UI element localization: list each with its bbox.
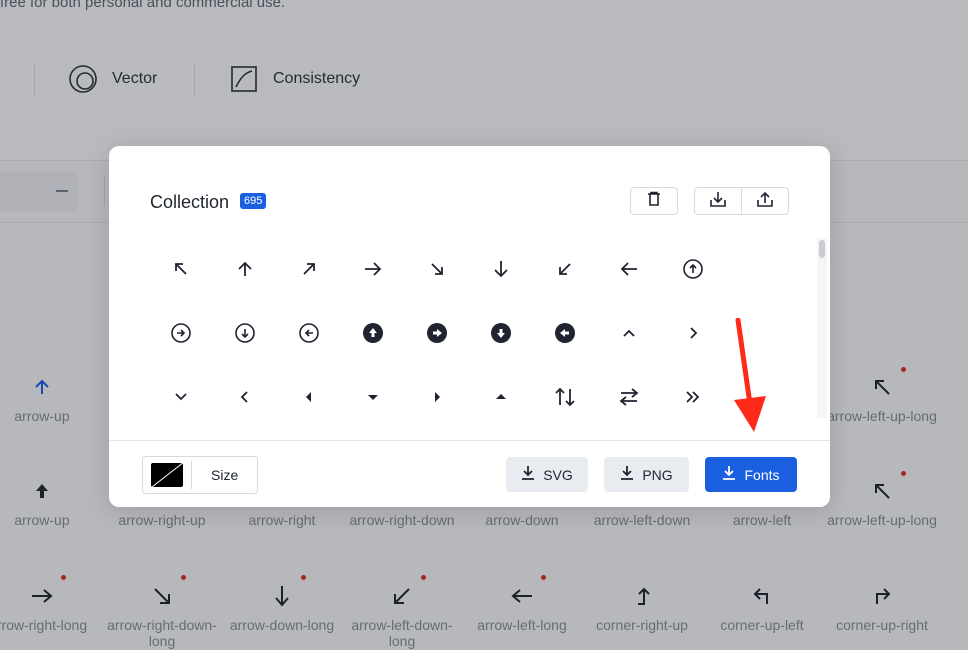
- arrow-circle-right-filled-icon[interactable]: [417, 313, 457, 353]
- modal-title: Collection: [150, 192, 230, 212]
- caret-up-icon[interactable]: [481, 377, 521, 417]
- arrow-circle-down-filled-icon[interactable]: [481, 313, 521, 353]
- collection-modal: Collection 695 Size SVG PNG Fonts: [109, 146, 830, 507]
- sort-icon[interactable]: [545, 377, 585, 417]
- chevron-left-icon[interactable]: [225, 377, 265, 417]
- import-icon: [709, 190, 727, 213]
- export-button[interactable]: [742, 188, 788, 214]
- chevron-right-icon[interactable]: [673, 313, 713, 353]
- arrow-circle-up-filled-icon[interactable]: [353, 313, 393, 353]
- scrollbar-thumb[interactable]: [819, 240, 825, 258]
- download-svg-label: SVG: [543, 466, 573, 483]
- count-badge: 695: [240, 193, 267, 209]
- arrow-circle-left-icon[interactable]: [289, 313, 329, 353]
- import-button[interactable]: [695, 188, 742, 214]
- divider: [191, 461, 192, 489]
- download-svg-button[interactable]: SVG: [506, 457, 588, 492]
- arrow-up-icon[interactable]: [225, 249, 265, 289]
- chevron-up-icon[interactable]: [609, 313, 649, 353]
- download-png-button[interactable]: PNG: [604, 457, 689, 492]
- arrow-down-icon[interactable]: [481, 249, 521, 289]
- color-size-control: Size: [142, 456, 258, 494]
- import-export-group: [694, 187, 789, 215]
- size-input[interactable]: Size: [211, 467, 238, 483]
- arrow-right-down-icon[interactable]: [417, 249, 457, 289]
- arrow-left-down-icon[interactable]: [545, 249, 585, 289]
- scrollbar[interactable]: [817, 238, 827, 418]
- download-icon: [722, 465, 736, 484]
- color-picker[interactable]: [151, 463, 183, 487]
- caret-down-icon[interactable]: [353, 377, 393, 417]
- arrow-left-up-icon[interactable]: [161, 249, 201, 289]
- annotation-arrow-icon: [734, 318, 766, 432]
- download-fonts-label: Fonts: [744, 466, 780, 483]
- double-right-icon[interactable]: [673, 377, 713, 417]
- arrow-right-up-icon[interactable]: [289, 249, 329, 289]
- download-icon: [620, 465, 634, 484]
- caret-right-icon[interactable]: [417, 377, 457, 417]
- download-png-label: PNG: [642, 466, 673, 483]
- divider: [109, 440, 830, 441]
- clear-collection-button[interactable]: [630, 187, 678, 215]
- download-fonts-button[interactable]: Fonts: [705, 457, 797, 492]
- trash-icon: [646, 191, 662, 212]
- download-icon: [521, 465, 535, 484]
- caret-left-icon[interactable]: [289, 377, 329, 417]
- arrow-circle-left-filled-icon[interactable]: [545, 313, 585, 353]
- export-icon: [756, 190, 774, 213]
- arrow-circle-up-icon[interactable]: [673, 249, 713, 289]
- arrow-left-icon[interactable]: [609, 249, 649, 289]
- chevron-down-icon[interactable]: [161, 377, 201, 417]
- switch-icon[interactable]: [609, 377, 649, 417]
- arrow-circle-right-icon[interactable]: [161, 313, 201, 353]
- arrow-right-icon[interactable]: [353, 249, 393, 289]
- arrow-circle-down-icon[interactable]: [225, 313, 265, 353]
